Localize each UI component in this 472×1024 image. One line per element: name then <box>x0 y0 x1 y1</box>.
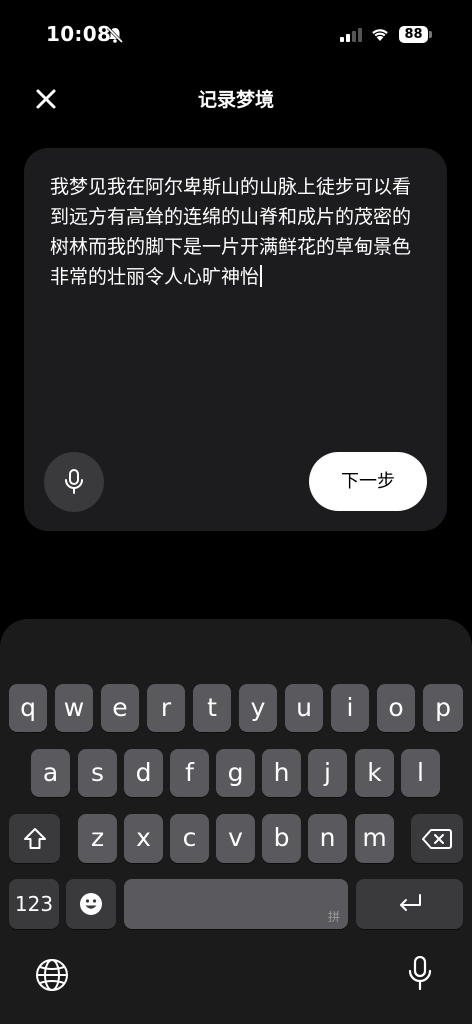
text-cursor <box>260 265 263 287</box>
silent-bell-icon <box>106 26 124 44</box>
key-x[interactable]: x <box>124 814 163 863</box>
key-t[interactable]: t <box>193 684 231 732</box>
key-g[interactable]: g <box>216 749 255 797</box>
next-step-button[interactable]: 下一步 <box>309 452 427 511</box>
return-icon <box>400 894 421 911</box>
pinyin-hint: 拼 <box>327 910 340 924</box>
key-y[interactable]: y <box>239 684 277 732</box>
dream-text: 我梦见我在阿尔卑斯山的山脉上徒步可以看到远方有高耸的连绵的山脊和成片的茂密的树林… <box>50 176 412 288</box>
shift-key[interactable] <box>9 814 60 863</box>
key-s[interactable]: s <box>78 749 117 797</box>
status-time: 10:08 <box>46 22 112 46</box>
key-i[interactable]: i <box>331 684 369 732</box>
key-m[interactable]: m <box>355 814 394 863</box>
emoji-icon <box>80 893 102 915</box>
key-e[interactable]: e <box>101 684 139 732</box>
battery-level: 88 <box>399 26 428 43</box>
dictation-microphone-icon[interactable] <box>407 956 433 992</box>
space-key[interactable]: 拼 <box>124 879 348 929</box>
voice-input-button[interactable] <box>44 452 104 512</box>
key-j[interactable]: j <box>308 749 347 797</box>
key-z[interactable]: z <box>78 814 117 863</box>
return-key[interactable] <box>356 879 463 929</box>
key-a[interactable]: a <box>31 749 70 797</box>
key-r[interactable]: r <box>147 684 185 732</box>
backspace-icon <box>422 829 452 849</box>
key-p[interactable]: p <box>423 684 463 732</box>
key-k[interactable]: k <box>355 749 394 797</box>
dream-text-area[interactable]: 我梦见我在阿尔卑斯山的山脉上徒步可以看到远方有高耸的连绵的山脊和成片的茂密的树林… <box>50 172 425 292</box>
emoji-key[interactable] <box>66 879 116 929</box>
key-b[interactable]: b <box>262 814 301 863</box>
microphone-icon <box>65 469 83 494</box>
cellular-signal-icon <box>340 26 362 42</box>
key-c[interactable]: c <box>170 814 209 863</box>
shift-icon <box>24 828 46 849</box>
backspace-key[interactable] <box>411 814 463 863</box>
key-q[interactable]: q <box>9 684 47 732</box>
key-w[interactable]: w <box>55 684 93 732</box>
key-u[interactable]: u <box>285 684 323 732</box>
page-title: 记录梦境 <box>197 89 274 111</box>
key-f[interactable]: f <box>170 749 209 797</box>
key-o[interactable]: o <box>377 684 415 732</box>
wifi-icon <box>372 29 388 41</box>
key-v[interactable]: v <box>216 814 255 863</box>
battery-icon: 88 <box>399 26 433 43</box>
key-d[interactable]: d <box>124 749 163 797</box>
globe-icon[interactable] <box>35 958 69 992</box>
numbers-key[interactable]: 123 <box>9 879 59 929</box>
key-h[interactable]: h <box>262 749 301 797</box>
key-l[interactable]: l <box>401 749 440 797</box>
key-n[interactable]: n <box>308 814 347 863</box>
